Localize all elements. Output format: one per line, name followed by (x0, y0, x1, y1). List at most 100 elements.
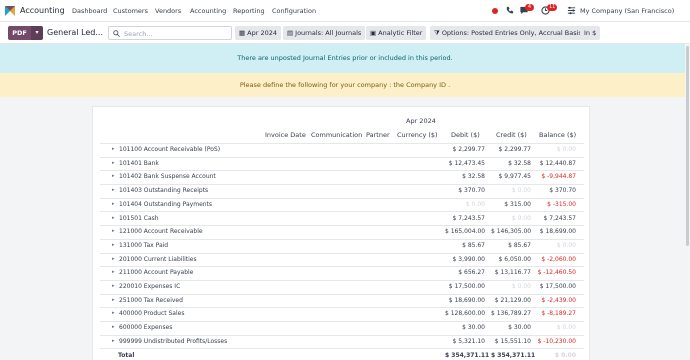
credit-cell[interactable]: $ 6,050.00 (491, 255, 531, 265)
scrollbar[interactable] (685, 44, 690, 360)
ledger-row[interactable]: ▸ 101501 Cash $ 7,243.57 $ 0.00 $ 7,243.57 (100, 212, 584, 227)
expand-caret-icon[interactable]: ▸ (112, 146, 115, 152)
debit-cell[interactable]: $ 7,243.57 (445, 214, 485, 224)
account-name[interactable]: 201000 Current Liabilities (119, 256, 197, 263)
ledger-row[interactable]: ▸ 211000 Account Payable $ 656.27 $ 13,116.… (100, 266, 584, 281)
expand-caret-icon[interactable]: ▸ (112, 338, 115, 344)
accounting-app-icon[interactable] (4, 5, 16, 17)
expand-caret-icon[interactable]: ▸ (112, 201, 115, 207)
debit-cell[interactable]: $ 18,690.00 (445, 296, 485, 306)
account-name[interactable]: 121000 Account Receivable (119, 228, 203, 235)
credit-cell[interactable]: $ 0.00 (491, 282, 531, 292)
account-name[interactable]: 101403 Outstanding Receipts (119, 187, 208, 194)
account-name[interactable]: 220010 Expenses IC (119, 283, 180, 290)
settings-icon[interactable] (567, 6, 576, 15)
account-name[interactable]: 400000 Product Sales (119, 310, 184, 317)
journals-filter-button[interactable]: ▤ Journals: All Journals (283, 26, 366, 40)
account-name[interactable]: 999999 Undistributed Profits/Losses (119, 338, 227, 345)
credit-cell[interactable]: $ 21,129.00 (491, 296, 531, 306)
debit-cell[interactable]: $ 165,004.00 (445, 227, 485, 237)
menu-item-dashboard[interactable]: Dashboard (72, 7, 107, 15)
credit-cell[interactable]: $ 0.00 (491, 214, 531, 224)
ledger-row[interactable]: ▸ 220010 Expenses IC $ 17,500.00 $ 0.00 $ 17… (100, 280, 584, 295)
ledger-row[interactable]: ▸ 999999 Undistributed Profits/Losses $ 5,… (100, 335, 584, 350)
ledger-row[interactable]: ▸ 101402 Bank Suspense Account $ 32.58 $ 9,… (100, 170, 584, 186)
balance-cell: $ 12,440.87 (539, 159, 576, 167)
debit-cell[interactable]: $ 0.00 (445, 200, 485, 210)
account-name[interactable]: 251000 Tax Received (119, 297, 183, 304)
ledger-row[interactable]: ▸ 101401 Bank $ 12,473.45 $ 32.58 $ 12,440.8… (100, 157, 584, 172)
ledger-row[interactable]: ▸ 101100 Account Receivable (PoS) $ 2,299.… (100, 143, 584, 158)
balance-cell: $ 7,243.57 (543, 214, 576, 222)
credit-cell[interactable]: $ 315.00 (491, 200, 531, 210)
menu-item-vendors[interactable]: Vendors (155, 7, 181, 15)
account-name[interactable]: 600000 Expenses (119, 324, 172, 331)
debit-cell[interactable]: $ 5,321.10 (445, 337, 485, 347)
credit-cell[interactable]: $ 136,789.27 (491, 309, 531, 319)
account-name[interactable]: 131000 Tax Paid (119, 242, 168, 249)
ledger-row[interactable]: ▸ 101403 Outstanding Receipts $ 370.70 $ 0.… (100, 184, 584, 199)
debit-cell[interactable]: $ 30.00 (445, 323, 485, 333)
credit-cell[interactable]: $ 0.00 (491, 186, 531, 196)
scrollbar-thumb[interactable] (686, 46, 689, 246)
debit-cell[interactable]: $ 3,990.00 (445, 255, 485, 265)
expand-caret-icon[interactable]: ▸ (112, 173, 115, 179)
expand-caret-icon[interactable]: ▸ (112, 228, 115, 234)
pdf-dropdown-button[interactable]: ▾ (31, 26, 43, 40)
debit-cell[interactable]: $ 656.27 (445, 268, 485, 278)
app-name[interactable]: Accounting (20, 6, 65, 15)
balance-cell: $ -2,060.00 (541, 255, 576, 263)
date-filter-button[interactable]: ▦ Apr 2024 (235, 26, 282, 40)
credit-cell[interactable]: $ 85.67 (491, 241, 531, 251)
expand-caret-icon[interactable]: ▸ (112, 324, 115, 330)
menu-item-customers[interactable]: Customers (113, 7, 148, 15)
options-filter-button[interactable]: ⧩ Options: Posted Entries Only, Accrual B… (430, 26, 586, 40)
account-name[interactable]: 101402 Bank Suspense Account (119, 173, 216, 180)
debit-cell[interactable]: $ 370.70 (445, 186, 485, 196)
ledger-row[interactable]: ▸ 101404 Outstanding Payments $ 0.00 $ 315.… (100, 198, 584, 213)
debit-cell[interactable]: $ 32.58 (445, 172, 485, 182)
debit-cell[interactable]: $ 2,299.77 (445, 145, 485, 155)
currency-filter-button[interactable]: In $ (580, 26, 601, 40)
ledger-row[interactable]: ▸ 121000 Account Receivable $ 165,004.00 $ … (100, 225, 584, 240)
menu-item-reporting[interactable]: Reporting (233, 7, 265, 15)
account-name[interactable]: 101100 Account Receivable (PoS) (119, 146, 220, 153)
expand-caret-icon[interactable]: ▸ (112, 297, 115, 303)
expand-caret-icon[interactable]: ▸ (112, 187, 115, 193)
expand-caret-icon[interactable]: ▸ (112, 283, 115, 289)
credit-cell[interactable]: $ 9,977.45 (491, 172, 531, 182)
total-label: Total (118, 351, 135, 359)
pdf-button[interactable]: PDF (8, 26, 31, 40)
expand-caret-icon[interactable]: ▸ (112, 160, 115, 166)
debit-cell[interactable]: $ 128,600.00 (445, 309, 485, 319)
expand-caret-icon[interactable]: ▸ (112, 269, 115, 275)
credit-cell[interactable]: $ 32.58 (491, 159, 531, 169)
menu-item-configuration[interactable]: Configuration (272, 7, 316, 15)
credit-cell[interactable]: $ 13,116.77 (491, 268, 531, 278)
debit-cell[interactable]: $ 85.67 (445, 241, 485, 251)
menu-item-accounting[interactable]: Accounting (190, 7, 226, 15)
expand-caret-icon[interactable]: ▸ (112, 242, 115, 248)
credit-cell[interactable]: $ 15,551.10 (491, 337, 531, 347)
expand-caret-icon[interactable]: ▸ (112, 256, 115, 262)
ledger-row[interactable]: ▸ 131000 Tax Paid $ 85.67 $ 85.67 $ 0.00 (100, 239, 584, 254)
search-input[interactable]: Search... (108, 26, 232, 40)
ledger-row[interactable]: ▸ 400000 Product Sales $ 128,600.00 $ 136,7… (100, 307, 584, 323)
account-name[interactable]: 101401 Bank (119, 160, 159, 167)
credit-cell[interactable]: $ 30.00 (491, 323, 531, 333)
company-switcher[interactable]: My Company (San Francisco) (580, 7, 674, 15)
analytic-filter-button[interactable]: ▣ Analytic Filter (366, 26, 427, 40)
credit-cell[interactable]: $ 146,305.00 (491, 227, 531, 237)
credit-cell[interactable]: $ 2,299.77 (491, 145, 531, 155)
ledger-row[interactable]: ▸ 251000 Tax Received $ 18,690.00 $ 21,129.… (100, 294, 584, 309)
account-name[interactable]: 101501 Cash (119, 215, 159, 222)
expand-caret-icon[interactable]: ▸ (112, 215, 115, 221)
expand-caret-icon[interactable]: ▸ (112, 310, 115, 316)
ledger-row[interactable]: ▸ 600000 Expenses $ 30.00 $ 30.00 $ 0.00 (100, 321, 584, 336)
phone-icon[interactable] (505, 6, 514, 15)
account-name[interactable]: 211000 Account Payable (119, 269, 193, 276)
ledger-row[interactable]: ▸ 201000 Current Liabilities $ 3,990.00 $ 6… (100, 253, 584, 268)
account-name[interactable]: 101404 Outstanding Payments (119, 201, 212, 208)
debit-cell[interactable]: $ 12,473.45 (445, 159, 485, 169)
debit-cell[interactable]: $ 17,500.00 (445, 282, 485, 292)
